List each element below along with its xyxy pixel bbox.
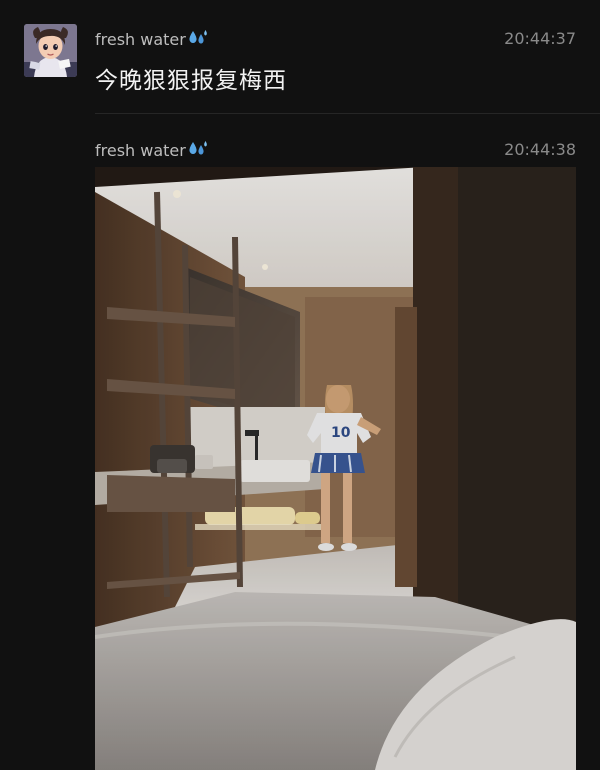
hotel-room-photo[interactable]: 10 bbox=[95, 167, 576, 770]
photo-image: 10 bbox=[95, 167, 576, 770]
chat-view: fresh water 20:44:37 今晚狠狠报复梅西 fresh wate… bbox=[0, 0, 600, 770]
message-timestamp: 20:44:38 bbox=[504, 140, 576, 159]
message-text[interactable]: 今晚狠狠报复梅西 bbox=[95, 61, 287, 95]
sender-name: fresh water bbox=[95, 140, 208, 162]
message-timestamp: 20:44:37 bbox=[504, 29, 576, 48]
water-drops-icon bbox=[188, 29, 208, 51]
avatar[interactable] bbox=[24, 24, 77, 77]
message-divider bbox=[95, 113, 600, 114]
avatar-image bbox=[24, 24, 77, 77]
water-drops-icon bbox=[188, 140, 208, 162]
sender-name: fresh water bbox=[95, 29, 208, 51]
